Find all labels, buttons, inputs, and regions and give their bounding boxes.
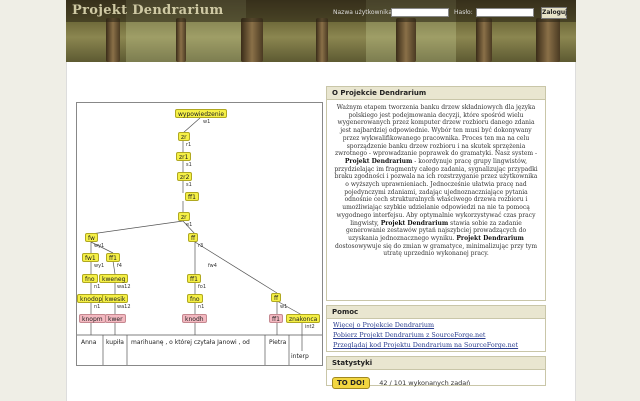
tree-node[interactable]: ff [271,293,282,302]
todo-badge[interactable]: TO DO! [332,376,371,389]
site-logo[interactable]: Projekt Dendrarium [72,3,224,18]
about-paragraph: - koordynuje pracę grupy lingwistów, prz… [334,157,538,227]
tree-node[interactable]: fw [85,233,98,242]
tree-node[interactable]: zr [178,212,190,221]
edge-label: fo1 [198,284,207,290]
tree-node[interactable]: kwesik [102,294,129,303]
sentence-word[interactable]: kupiła [106,339,124,346]
about-title: O Projekcie Dendrarium [327,87,545,100]
tree-node[interactable]: knodh [182,314,207,323]
edge-label: wy1 [94,243,105,249]
progress-text: 42 / 101 wykonanych zadań [379,378,471,387]
edge-label: w1 [280,304,288,310]
tree-node[interactable]: zr1 [176,152,192,161]
edge-label: wy1 [94,263,105,269]
password-label: Hasło: [454,9,473,16]
tree-node[interactable]: kwer [105,314,126,323]
edge-label: w1 [203,119,211,125]
edge-label: n1 [94,304,101,310]
link-browse-code[interactable]: Przeglądaj kod Projektu Dendrarium na So… [333,341,539,349]
edge-label: int2 [305,324,315,330]
edge-label: r1 [186,142,192,148]
stats-panel: Statystyki TO DO! 42 / 101 wykonanych za… [326,356,546,389]
link-more-about[interactable]: Więcej o Projekcie Dendrarium [333,321,539,329]
about-text: Ważnym etapem tworzenia banku drzew skła… [327,100,545,262]
link-download-sourceforge[interactable]: Pobierz Projekt Dendrarium z SourceForge… [333,331,539,339]
username-label: Nazwa użytkownika: [333,9,395,16]
edge-label: r3 [198,243,204,249]
about-panel: O Projekcie Dendrarium Ważnym etapem two… [326,86,546,301]
sentence-word[interactable]: Anna [81,339,96,346]
edge-label: e1 [186,222,193,228]
tree-node[interactable]: ff1 [269,314,283,323]
help-title: Pomoc [327,306,545,319]
sentence-word[interactable]: Pietra [269,339,286,346]
help-panel: Pomoc Więcej o Projekcie Dendrarium Pobi… [326,305,546,352]
password-input[interactable] [476,8,534,17]
username-input[interactable] [391,8,449,17]
edge-label: wa12 [117,284,131,290]
tree-node[interactable]: wypowiedzenie [175,109,228,118]
edge-label: f4 [117,263,122,269]
project-name: Projekt Dendrarium [456,234,524,242]
sentence-word[interactable]: marihuanę , o której czytała Janowi , od [131,339,250,346]
about-paragraph: Ważnym etapem tworzenia banku drzew skła… [334,104,538,158]
stats-title: Statystyki [327,357,545,370]
tree-edges [77,117,322,365]
tree-node[interactable]: ff1 [187,274,201,283]
edge-label: wa12 [117,304,131,310]
login-button[interactable]: Zaloguj [541,7,567,19]
tree-node[interactable]: fno [187,294,203,303]
tree-node[interactable]: zr2 [177,172,193,181]
sentence-word[interactable]: interp [291,353,309,360]
tree-node[interactable]: kweneg [99,274,129,283]
project-name: Projekt Dendrarium [344,157,413,165]
edge-label: s1 [186,182,192,188]
tree-node[interactable]: zr [178,132,190,141]
tree-node[interactable]: ff1 [106,253,120,262]
edge-label: n1 [198,304,205,310]
tree-node[interactable]: fw1 [82,253,99,262]
edge-label: n1 [94,284,101,290]
tree-node[interactable]: ff [188,233,199,242]
syntax-tree-diagram: wypowiedzenie zr zr1 zr2 zr ff fw ff1 fw… [76,102,323,366]
edge-label: fw4 [208,263,217,269]
project-name: Projekt Dendrarium [380,219,449,227]
edge-label: s1 [186,162,192,168]
tree-node[interactable]: znakonca [286,314,321,323]
header-banner: Projekt Dendrarium Nazwa użytkownika: Ha… [66,0,576,62]
tree-node[interactable]: knopm [79,314,106,323]
tree-node[interactable]: ff1 [185,192,199,201]
tree-node[interactable]: knodop [77,294,106,303]
tree-node[interactable]: fno [82,274,98,283]
about-paragraph: dostosowywuje się do zmian w gramatyce, … [334,242,538,258]
